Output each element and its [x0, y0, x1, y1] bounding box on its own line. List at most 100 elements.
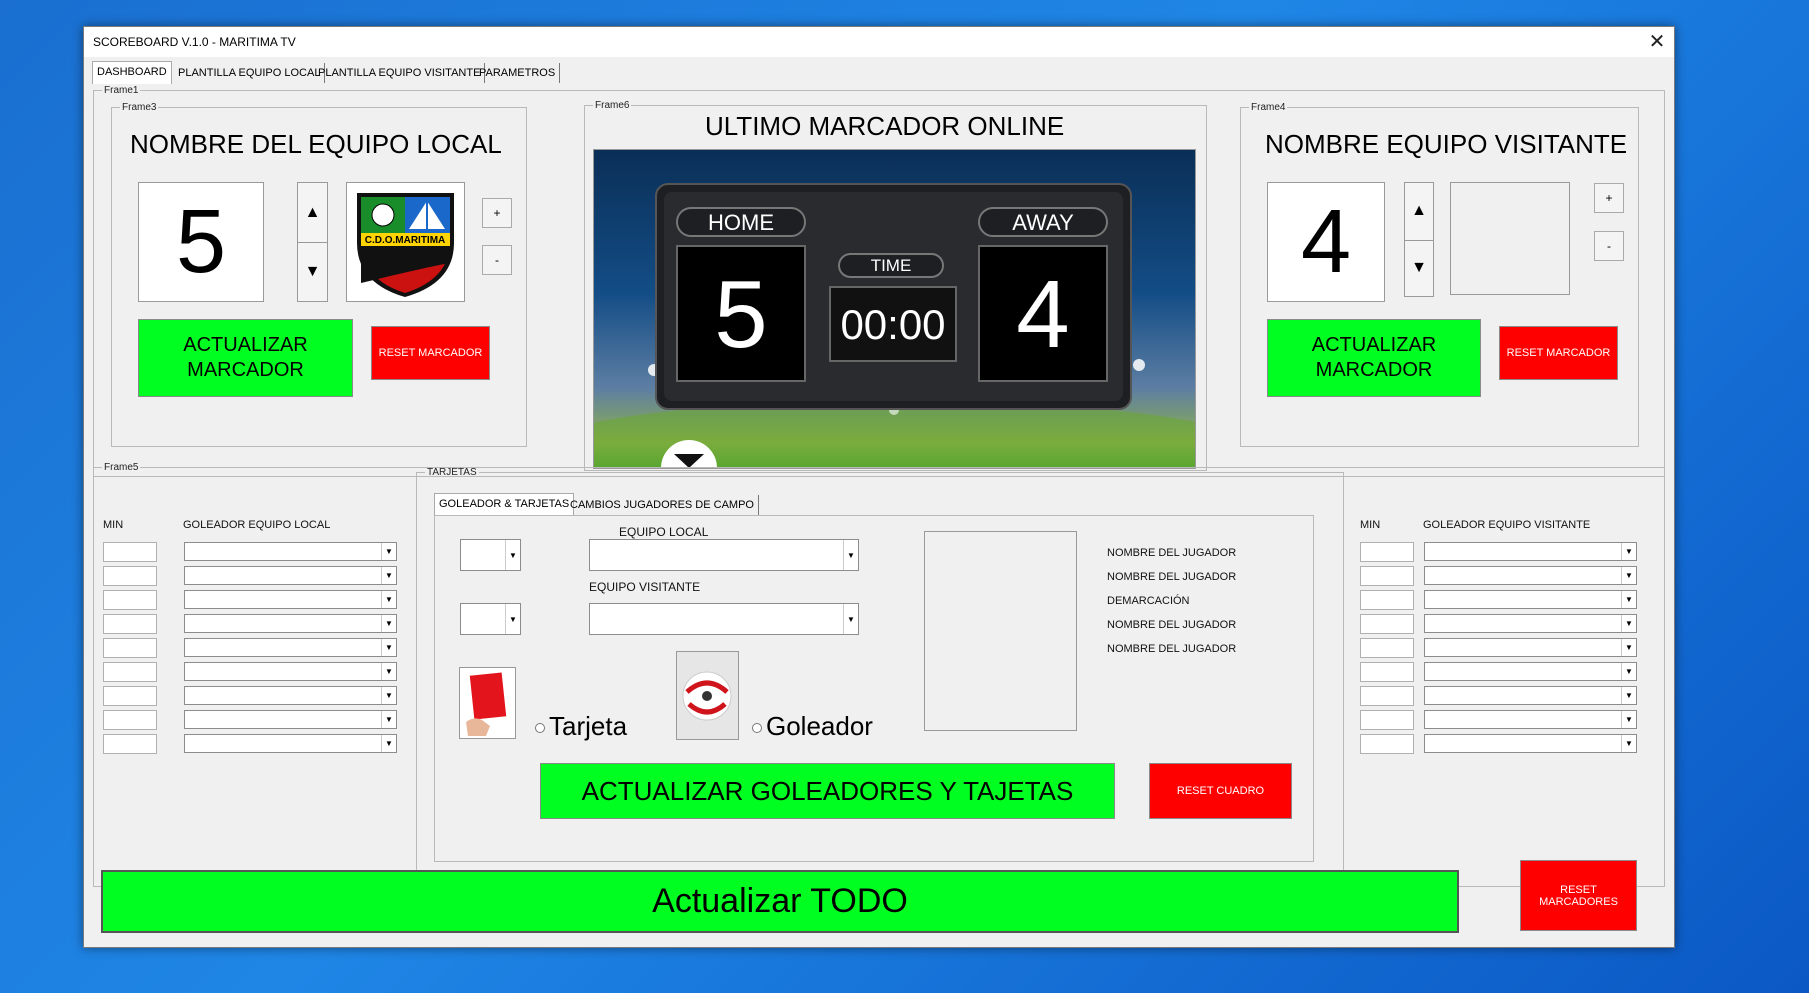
- update-all-button[interactable]: Actualizar TODO: [101, 870, 1459, 933]
- min-input[interactable]: [103, 566, 157, 586]
- chevron-down-icon[interactable]: ▼: [1621, 711, 1636, 728]
- tab-plantilla-local[interactable]: PLANTILLA EQUIPO LOCAL: [174, 63, 326, 83]
- chevron-down-icon[interactable]: ▼: [381, 591, 396, 608]
- min-input[interactable]: [1360, 542, 1414, 562]
- chevron-down-icon[interactable]: ▼: [381, 663, 396, 680]
- min-input[interactable]: [103, 614, 157, 634]
- min-input[interactable]: [1360, 566, 1414, 586]
- local-plus-button[interactable]: +: [482, 198, 512, 228]
- local-team-label: EQUIPO LOCAL: [619, 525, 709, 539]
- chevron-down-icon[interactable]: ▼: [381, 543, 396, 560]
- min-input[interactable]: [1360, 686, 1414, 706]
- frame3-legend: Frame3: [122, 102, 157, 113]
- local-minute-select[interactable]: ▼: [460, 539, 521, 571]
- local-reset-score-button[interactable]: RESET MARCADOR: [371, 326, 490, 380]
- down-arrow-icon[interactable]: ▼: [1405, 240, 1433, 297]
- local-update-score-button[interactable]: ACTUALIZAR MARCADOR: [138, 319, 353, 397]
- scorer-select[interactable]: ▼: [184, 734, 397, 753]
- visitor-update-score-button[interactable]: ACTUALIZAR MARCADOR: [1267, 319, 1481, 397]
- chevron-down-icon[interactable]: ▼: [381, 735, 396, 752]
- min-input[interactable]: [1360, 734, 1414, 754]
- cards-subtabs: GOLEADOR & TARJETAS CAMBIOS JUGADORES DE…: [434, 493, 934, 516]
- visitor-team-label: EQUIPO VISITANTE: [589, 580, 701, 594]
- svg-text:C.D.O.MARITIMA: C.D.O.MARITIMA: [365, 235, 446, 246]
- down-arrow-icon[interactable]: ▼: [298, 242, 327, 301]
- visitor-plus-button[interactable]: +: [1594, 183, 1624, 213]
- scorer-select[interactable]: ▼: [184, 566, 397, 585]
- min-input[interactable]: [103, 734, 157, 754]
- chevron-down-icon[interactable]: ▼: [1621, 687, 1636, 704]
- chevron-down-icon[interactable]: ▼: [1621, 615, 1636, 632]
- card-radio[interactable]: [535, 723, 545, 733]
- min-input[interactable]: [103, 662, 157, 682]
- min-input[interactable]: [103, 590, 157, 610]
- scorer-select[interactable]: ▼: [184, 686, 397, 705]
- chevron-down-icon[interactable]: ▼: [381, 639, 396, 656]
- scorer-select[interactable]: ▼: [184, 638, 397, 657]
- visitor-scorer-column: ▼ ▼ ▼ ▼ ▼ ▼ ▼ ▼ ▼: [1424, 542, 1644, 762]
- online-scoreboard-image: HOME AWAY TIME 5 4 00:00: [593, 149, 1196, 469]
- scorer-select[interactable]: ▼: [1424, 566, 1637, 585]
- min-input[interactable]: [103, 542, 157, 562]
- local-player-select[interactable]: ▼: [589, 539, 859, 571]
- update-scorers-cards-button[interactable]: ACTUALIZAR GOLEADORES Y TAJETAS: [540, 763, 1115, 819]
- local-minus-button[interactable]: -: [482, 245, 512, 275]
- scorer-select[interactable]: ▼: [1424, 542, 1637, 561]
- reset-box-button[interactable]: RESET CUADRO: [1149, 763, 1292, 819]
- scorer-select[interactable]: ▼: [1424, 590, 1637, 609]
- chevron-down-icon[interactable]: ▼: [1621, 567, 1636, 584]
- scorer-select[interactable]: ▼: [1424, 710, 1637, 729]
- chevron-down-icon[interactable]: ▼: [1621, 735, 1636, 752]
- chevron-down-icon[interactable]: ▼: [381, 615, 396, 632]
- chevron-down-icon[interactable]: ▼: [1621, 663, 1636, 680]
- scorer-select[interactable]: ▼: [1424, 734, 1637, 753]
- min-input[interactable]: [103, 686, 157, 706]
- local-min-header: MIN: [103, 519, 124, 531]
- min-input[interactable]: [1360, 710, 1414, 730]
- scorer-select[interactable]: ▼: [184, 662, 397, 681]
- min-input[interactable]: [1360, 662, 1414, 682]
- scorer-radio[interactable]: [752, 723, 762, 733]
- reset-all-scores-button[interactable]: RESET MARCADORES: [1520, 860, 1637, 931]
- tab-cambios-jugadores[interactable]: CAMBIOS JUGADORES DE CAMPO: [566, 495, 759, 515]
- chevron-down-icon[interactable]: ▼: [505, 604, 520, 634]
- min-input[interactable]: [103, 638, 157, 658]
- min-input[interactable]: [103, 710, 157, 730]
- chevron-down-icon[interactable]: ▼: [843, 540, 858, 570]
- chevron-down-icon[interactable]: ▼: [505, 540, 520, 570]
- visitor-reset-score-button[interactable]: RESET MARCADOR: [1499, 326, 1618, 380]
- up-arrow-icon[interactable]: ▲: [298, 183, 327, 243]
- chevron-down-icon[interactable]: ▼: [1621, 591, 1636, 608]
- close-icon[interactable]: ✕: [1644, 29, 1670, 55]
- chevron-down-icon[interactable]: ▼: [1621, 543, 1636, 560]
- frame5-legend: Frame5: [104, 462, 139, 473]
- up-arrow-icon[interactable]: ▲: [1405, 183, 1433, 241]
- chevron-down-icon[interactable]: ▼: [381, 567, 396, 584]
- tab-dashboard[interactable]: DASHBOARD: [92, 61, 172, 84]
- tab-plantilla-visitante[interactable]: PLANTILLA EQUIPO VISITANTE: [314, 63, 486, 83]
- visitor-minute-select[interactable]: ▼: [460, 603, 521, 635]
- min-input[interactable]: [1360, 614, 1414, 634]
- min-input[interactable]: [1360, 638, 1414, 658]
- tab-goleador-tarjetas[interactable]: GOLEADOR & TARJETAS: [434, 493, 575, 516]
- frame6-legend: Frame6: [595, 100, 630, 111]
- chevron-down-icon[interactable]: ▼: [1621, 639, 1636, 656]
- scorer-select[interactable]: ▼: [1424, 686, 1637, 705]
- scorer-select[interactable]: ▼: [184, 614, 397, 633]
- scorer-select[interactable]: ▼: [1424, 614, 1637, 633]
- min-input[interactable]: [1360, 590, 1414, 610]
- scorer-select[interactable]: ▼: [184, 542, 397, 561]
- scorer-select[interactable]: ▼: [1424, 662, 1637, 681]
- red-card-image: [459, 667, 516, 739]
- chevron-down-icon[interactable]: ▼: [843, 604, 858, 634]
- tab-parametros[interactable]: PARAMETROS: [475, 63, 561, 83]
- chevron-down-icon[interactable]: ▼: [381, 687, 396, 704]
- scorer-select[interactable]: ▼: [1424, 638, 1637, 657]
- visitor-player-select[interactable]: ▼: [589, 603, 859, 635]
- scorer-select[interactable]: ▼: [184, 590, 397, 609]
- chevron-down-icon[interactable]: ▼: [381, 711, 396, 728]
- visitor-minus-button[interactable]: -: [1594, 231, 1624, 261]
- online-away-score: 4: [978, 245, 1108, 382]
- red-card-icon: [466, 672, 507, 736]
- scorer-select[interactable]: ▼: [184, 710, 397, 729]
